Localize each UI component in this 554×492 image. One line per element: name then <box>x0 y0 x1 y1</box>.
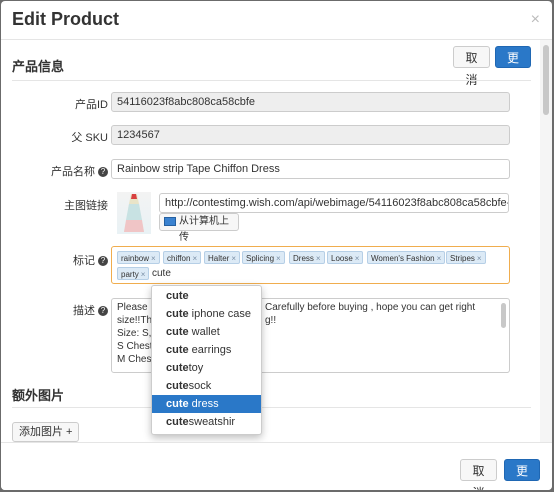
tag-chiffon[interactable]: chiffon × <box>163 251 202 264</box>
remove-tag-icon[interactable]: × <box>316 254 321 263</box>
suggestion-item[interactable]: cute iphone case <box>152 305 261 323</box>
modal-header: Edit Product × <box>1 1 552 40</box>
tag-label: Dress <box>293 254 314 263</box>
divider <box>12 407 531 408</box>
question-circle-icon[interactable]: ? <box>98 167 108 177</box>
parent-sku-label: 父 SKU <box>71 132 108 144</box>
suggestion-item[interactable]: cutesock <box>152 377 261 395</box>
tag-label: Splicing <box>246 254 275 263</box>
tags-label: 标记? <box>18 252 108 268</box>
description-label-text: 描述 <box>73 305 95 317</box>
question-circle-icon[interactable]: ? <box>98 256 108 266</box>
tag-loose[interactable]: Loose × <box>327 251 364 264</box>
textarea-scrollbar[interactable] <box>501 303 506 328</box>
product-name-input[interactable]: Rainbow strip Tape Chiffon Dress <box>111 159 510 179</box>
main-image-url-input[interactable]: http://contestimg.wish.com/api/webimage/… <box>159 193 509 213</box>
suggestion-item[interactable]: cute <box>152 287 261 305</box>
tag-label: Loose <box>331 254 353 263</box>
description-line: g!! <box>265 315 277 326</box>
main-image-label: 主图链接 <box>64 200 108 212</box>
update-button-top[interactable]: 更新 <box>495 46 531 87</box>
tag-halter[interactable]: Halter × <box>204 251 241 264</box>
suggestion-item[interactable]: cutetoy <box>152 359 261 377</box>
remove-tag-icon[interactable]: × <box>355 254 360 263</box>
tag-typed-text[interactable]: cute <box>152 268 171 279</box>
tag-label: party <box>121 270 139 279</box>
product-id-label: 产品ID <box>75 99 108 111</box>
tag-label: Stripes <box>450 254 475 263</box>
close-icon[interactable]: × <box>531 11 540 29</box>
tag-party[interactable]: party × <box>117 267 150 280</box>
tag-label: Women's Fashion <box>371 254 435 263</box>
parent-sku-field: 1234567 <box>111 125 510 145</box>
remove-tag-icon[interactable]: × <box>192 254 197 263</box>
description-label: 描述? <box>18 302 108 318</box>
cancel-button-top[interactable]: 取消 <box>453 46 490 87</box>
description-line: S Chest <box>117 341 153 352</box>
description-line: M Chest <box>117 354 155 365</box>
edit-product-modal: Edit Product × 产品信息 取消 更新 产品ID 54116023f… <box>1 1 552 490</box>
tag-rainbow[interactable]: rainbow × <box>117 251 160 264</box>
remove-tag-icon[interactable]: × <box>437 254 442 263</box>
question-circle-icon[interactable]: ? <box>98 306 108 316</box>
suggestion-item-active[interactable]: cute dress <box>152 395 261 413</box>
cancel-button[interactable]: 取消 <box>460 459 497 490</box>
tag-stripes[interactable]: Stripes × <box>446 251 486 264</box>
divider <box>12 80 531 81</box>
tag-splicing[interactable]: Splicing × <box>242 251 285 264</box>
remove-tag-icon[interactable]: × <box>141 270 146 279</box>
product-id-field: 54116023f8abc808ca58cbfe <box>111 92 510 112</box>
computer-icon <box>164 217 176 226</box>
suggestion-item[interactable]: cute wallet <box>152 323 261 341</box>
tag-label: Halter <box>208 254 230 263</box>
tag-label: rainbow <box>121 254 150 263</box>
upload-from-computer-button[interactable]: 从计算机上传 <box>159 213 239 243</box>
dress-image <box>124 194 144 232</box>
tags-label-text: 标记 <box>73 255 95 267</box>
remove-tag-icon[interactable]: × <box>276 254 281 263</box>
modal-title: Edit Product <box>12 9 119 29</box>
product-thumbnail <box>117 192 151 234</box>
suggestion-item[interactable]: cutesweatshir <box>152 413 261 431</box>
tag-dress[interactable]: Dress × <box>289 251 325 264</box>
remove-tag-icon[interactable]: × <box>477 254 482 263</box>
tag-womens-fashion[interactable]: Women's Fashion × <box>367 251 446 264</box>
section-title-product-info: 产品信息 <box>12 59 65 74</box>
update-button[interactable]: 更新 <box>504 459 540 490</box>
product-name-label: 产品名称? <box>18 163 108 179</box>
tag-suggestions-dropdown: cute cute iphone case cute wallet cute e… <box>151 285 262 435</box>
modal-scrollbar-thumb[interactable] <box>543 45 549 115</box>
tag-label: chiffon <box>167 254 191 263</box>
modal-footer: 取消 更新 <box>1 442 552 490</box>
remove-tag-icon[interactable]: × <box>151 254 156 263</box>
section-title-extra-images: 额外图片 <box>12 388 65 403</box>
description-line: Carefully before buying , hope you can g… <box>265 302 476 313</box>
remove-tag-icon[interactable]: × <box>231 254 236 263</box>
add-image-button[interactable]: 添加图片 + <box>12 422 80 442</box>
product-name-label-text: 产品名称 <box>51 166 95 178</box>
suggestion-item[interactable]: cute earrings <box>152 341 261 359</box>
